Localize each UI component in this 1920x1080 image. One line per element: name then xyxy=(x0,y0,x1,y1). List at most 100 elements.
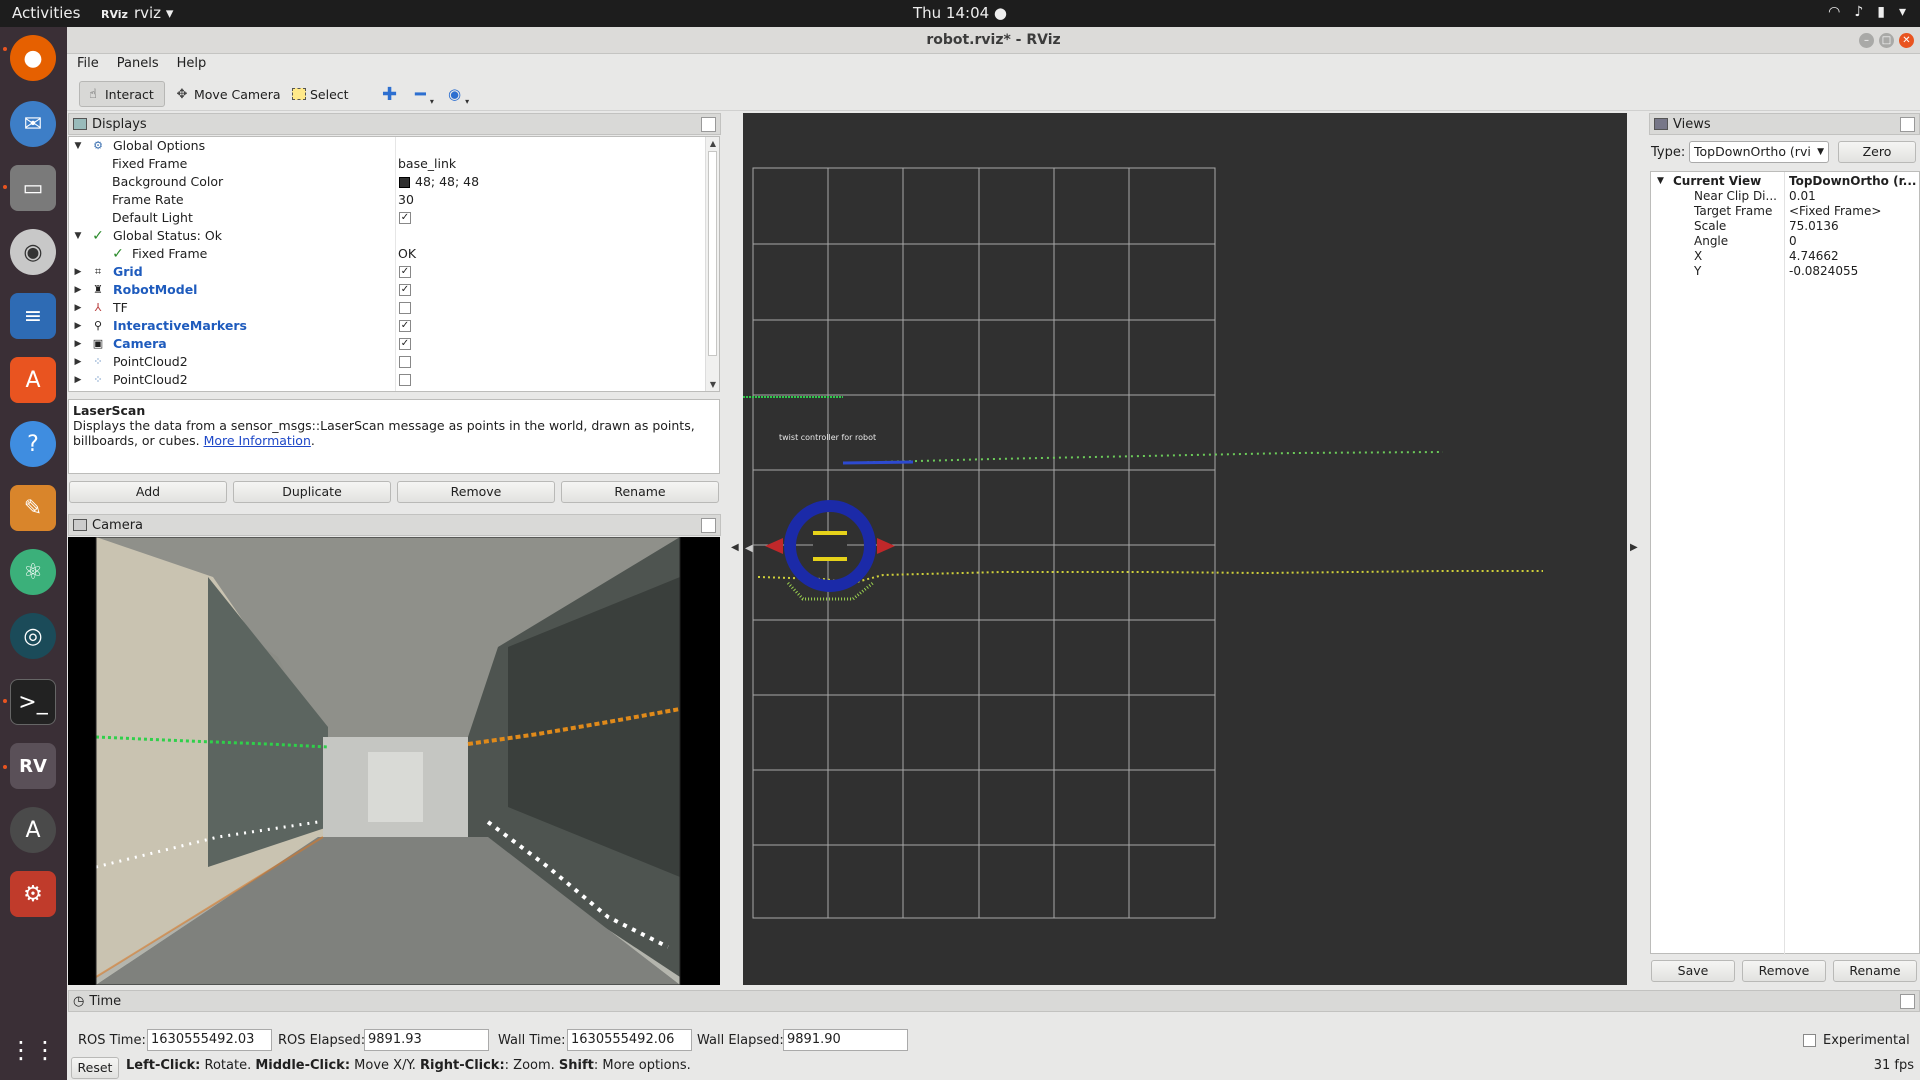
color-swatch[interactable] xyxy=(399,177,410,188)
panel-float-button[interactable] xyxy=(1900,994,1915,1009)
tree-row-default-light[interactable]: Default Light ✓ xyxy=(69,209,705,227)
chevron-down-icon[interactable]: ▼ xyxy=(73,137,83,155)
close-icon[interactable]: ✕ xyxy=(1899,33,1914,48)
prop-value[interactable]: 0 xyxy=(1789,234,1797,249)
scroll-down-icon[interactable]: ▼ xyxy=(706,379,719,391)
view-prop-row[interactable]: Angle 0 xyxy=(1651,234,1920,249)
camera-checkbox[interactable]: ✓ xyxy=(399,338,411,350)
prop-value[interactable]: 75.0136 xyxy=(1789,219,1839,234)
3d-render-view[interactable]: twist controller for robot ◀ xyxy=(743,113,1627,985)
tree-row-camera[interactable]: ▶ ▣ Camera ✓ xyxy=(69,335,705,353)
move-camera-tool-button[interactable]: ✥ Move Camera xyxy=(169,81,286,107)
chevron-down-icon[interactable]: ▼ xyxy=(73,227,83,245)
tree-row-pointcloud2[interactable]: ▶ ⁘ PointCloud2 xyxy=(69,353,705,371)
save-view-button[interactable]: Save xyxy=(1651,960,1735,982)
prop-value[interactable]: -0.0824055 xyxy=(1789,264,1858,279)
chevron-right-icon[interactable]: ▶ xyxy=(73,281,83,299)
writer-icon[interactable]: ≡ xyxy=(10,293,56,339)
software-icon[interactable]: A xyxy=(10,357,56,403)
remove-display-button[interactable]: Remove xyxy=(397,481,555,503)
wall-elapsed-field[interactable]: 9891.90 xyxy=(783,1029,908,1051)
chevron-right-icon[interactable]: ▶ xyxy=(73,317,83,335)
chevron-left-icon[interactable]: ◀ xyxy=(745,543,753,554)
tree-scrollbar[interactable]: ▲ ▼ xyxy=(705,137,719,391)
add-button[interactable]: Add xyxy=(69,481,227,503)
camera-image-view[interactable] xyxy=(68,537,720,985)
properties-tool-button[interactable]: ◉ ▾ xyxy=(443,81,474,107)
minimize-icon[interactable]: – xyxy=(1859,33,1874,48)
view-prop-row[interactable]: Y -0.0824055 xyxy=(1651,264,1920,279)
tree-row-pointcloud2[interactable]: ▶ ⁘ PointCloud2 xyxy=(69,371,705,389)
tree-row-global-status[interactable]: ▼ ✓ Global Status: Ok xyxy=(69,227,705,245)
system-tray[interactable]: ◠ ♪ ▮ ▾ xyxy=(1828,4,1906,20)
remove-tool-button[interactable]: ━ ▾ xyxy=(410,81,439,107)
volume-icon[interactable]: ♪ xyxy=(1854,4,1863,20)
tree-value[interactable]: base_link xyxy=(398,155,456,173)
panel-float-button[interactable] xyxy=(1900,117,1915,132)
current-view-row[interactable]: ▼ Current View TopDownOrtho (r... xyxy=(1651,174,1920,189)
grid-checkbox[interactable]: ✓ xyxy=(399,266,411,278)
chevron-down-icon[interactable]: ▾ xyxy=(1899,4,1906,20)
prop-value[interactable]: 4.74662 xyxy=(1789,249,1839,264)
help-icon[interactable]: ? xyxy=(10,421,56,467)
ros-time-field[interactable]: 1630555492.03 xyxy=(147,1029,272,1051)
rename-display-button[interactable]: Rename xyxy=(561,481,719,503)
wifi-icon[interactable]: ◠ xyxy=(1828,4,1840,20)
updater-icon[interactable]: A xyxy=(10,807,56,853)
chevron-right-icon[interactable]: ▶ xyxy=(73,299,83,317)
tree-value[interactable]: 30 xyxy=(398,191,414,209)
tree-row-robotmodel[interactable]: ▶ ♜ RobotModel ✓ xyxy=(69,281,705,299)
chevron-right-icon[interactable]: ▶ xyxy=(73,371,83,389)
chevron-right-icon[interactable]: ▶ xyxy=(73,263,83,281)
default-light-checkbox[interactable]: ✓ xyxy=(399,212,411,224)
files-icon[interactable]: ▭ xyxy=(10,165,56,211)
tree-row-tf[interactable]: ▶ ⅄ TF xyxy=(69,299,705,317)
thunderbird-icon[interactable]: ✉ xyxy=(10,101,56,147)
view-prop-row[interactable]: Scale 75.0136 xyxy=(1651,219,1920,234)
select-tool-button[interactable]: Select xyxy=(287,81,354,107)
robotmodel-checkbox[interactable]: ✓ xyxy=(399,284,411,296)
menu-panels[interactable]: Panels xyxy=(103,54,159,71)
menu-help[interactable]: Help xyxy=(163,54,207,71)
views-tree[interactable]: ▼ Current View TopDownOrtho (r... Near C… xyxy=(1650,171,1920,955)
tree-row-fixed-frame-status[interactable]: ✓ Fixed Frame OK xyxy=(69,245,705,263)
chevron-right-icon[interactable]: ▶ xyxy=(73,335,83,353)
maximize-icon[interactable]: □ xyxy=(1879,33,1894,48)
rviz-icon[interactable]: RV xyxy=(10,743,56,789)
pointcloud2-checkbox[interactable] xyxy=(399,356,411,368)
reset-button[interactable]: Reset xyxy=(71,1057,119,1079)
scroll-up-icon[interactable]: ▲ xyxy=(706,138,719,150)
pointcloud2-checkbox[interactable] xyxy=(399,374,411,386)
tree-row-interactive-markers[interactable]: ▶ ⚲ InteractiveMarkers ✓ xyxy=(69,317,705,335)
collapse-right-icon[interactable]: ▶ xyxy=(1630,542,1638,553)
clock[interactable]: Thu 14:04 ● xyxy=(0,4,1920,22)
menu-file[interactable]: File xyxy=(67,54,99,71)
scrollbar-thumb[interactable] xyxy=(708,151,717,356)
wall-time-field[interactable]: 1630555492.06 xyxy=(567,1029,692,1051)
gitkraken-icon[interactable]: ◎ xyxy=(10,613,56,659)
tree-row-frame-rate[interactable]: Frame Rate 30 xyxy=(69,191,705,209)
activities-button[interactable]: Activities xyxy=(12,4,80,22)
tree-row-global-options[interactable]: ▼ ⚙ Global Options xyxy=(69,137,705,155)
tree-row-background-color[interactable]: Background Color 48; 48; 48 xyxy=(69,173,705,191)
duplicate-button[interactable]: Duplicate xyxy=(233,481,391,503)
experimental-checkbox[interactable] xyxy=(1803,1034,1816,1047)
text-editor-icon[interactable]: ✎ xyxy=(10,485,56,531)
collapse-left-icon[interactable]: ◀ xyxy=(731,542,739,553)
tf-checkbox[interactable] xyxy=(399,302,411,314)
prop-value[interactable]: 0.01 xyxy=(1789,189,1816,204)
remove-view-button[interactable]: Remove xyxy=(1742,960,1826,982)
battery-icon[interactable]: ▮ xyxy=(1877,4,1885,20)
view-prop-row[interactable]: Near Clip Di... 0.01 xyxy=(1651,189,1920,204)
rename-view-button[interactable]: Rename xyxy=(1833,960,1917,982)
window-titlebar[interactable]: robot.rviz* - RViz – □ ✕ xyxy=(67,27,1920,54)
terminal-icon[interactable]: >_ xyxy=(10,679,56,725)
settings-icon[interactable]: ⚙ xyxy=(10,871,56,917)
atom-icon[interactable]: ⚛ xyxy=(10,549,56,595)
add-tool-button[interactable]: ✚ xyxy=(377,81,402,107)
chevron-right-icon[interactable]: ▶ xyxy=(73,353,83,371)
zero-button[interactable]: Zero xyxy=(1838,141,1916,163)
rhythmbox-icon[interactable]: ◉ xyxy=(10,229,56,275)
panel-float-button[interactable] xyxy=(701,518,716,533)
tree-value[interactable]: 48; 48; 48 xyxy=(415,173,479,191)
